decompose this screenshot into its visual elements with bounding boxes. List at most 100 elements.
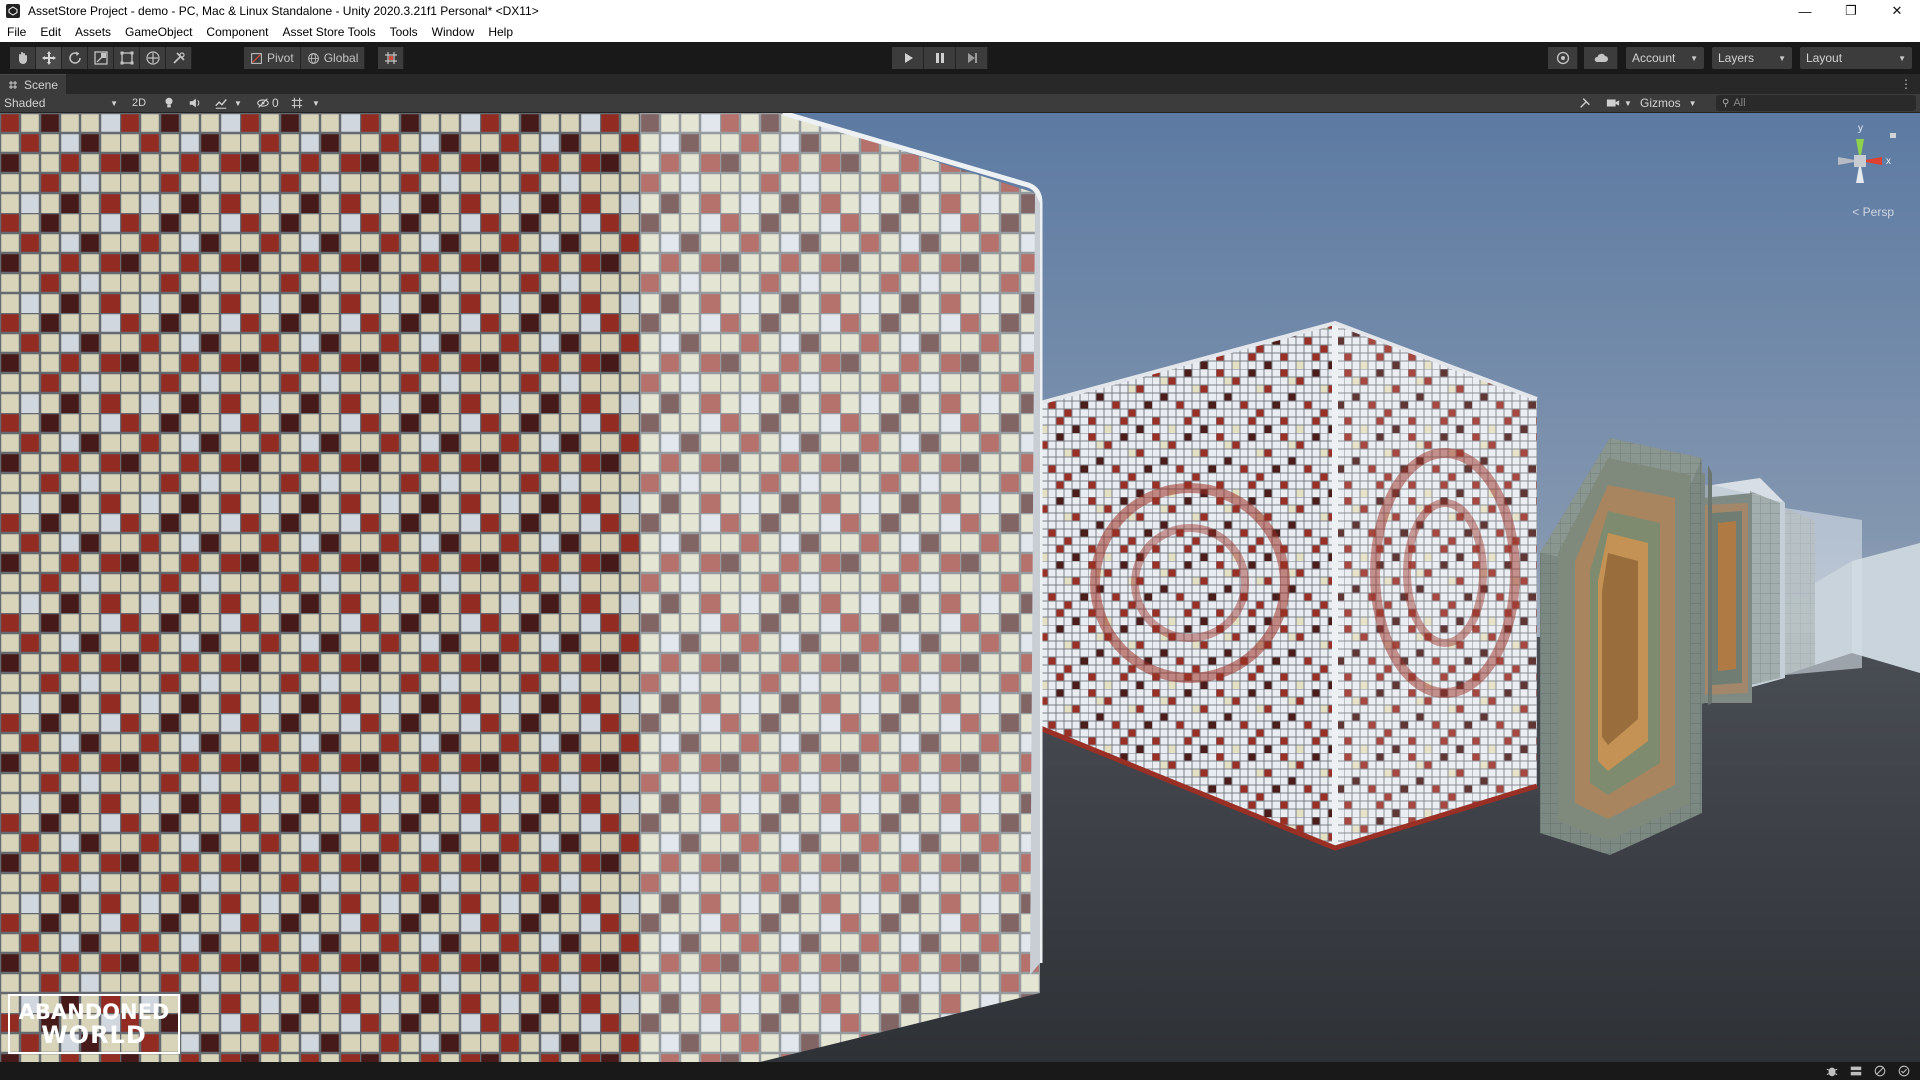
main-toolbar: Pivot Global Account ▼ Layers ▼ Layout ▼ (0, 42, 1920, 74)
chevron-down-icon: ▼ (1688, 98, 1697, 108)
pivot-toggle[interactable]: Pivot (244, 47, 301, 69)
menu-window[interactable]: Window (425, 25, 482, 39)
menu-assets[interactable]: Assets (68, 25, 118, 39)
hidden-objects-toggle[interactable]: 0 (256, 95, 279, 111)
transform-tools (10, 47, 192, 69)
chevron-down-icon: ▼ (1778, 53, 1786, 63)
hidden-count: 0 (272, 96, 279, 110)
foreground-tile-wall (0, 113, 1043, 1062)
search-placeholder: All (1733, 97, 1746, 109)
grid-dropdown[interactable]: ▼ (290, 95, 320, 111)
lighting-toggle[interactable] (162, 95, 176, 111)
bug-icon[interactable] (1824, 1063, 1840, 1079)
2d-label: 2D (131, 97, 147, 109)
speaker-icon (189, 98, 200, 108)
hand-icon (18, 52, 27, 64)
global-toggle[interactable]: Global (300, 47, 366, 69)
menu-tools[interactable]: Tools (383, 25, 425, 39)
effects-dropdown[interactable]: ▼ (214, 95, 242, 111)
menu-asset-store-tools[interactable]: Asset Store Tools (275, 25, 382, 39)
scale-tool-button[interactable] (88, 47, 114, 69)
pivot-icon (251, 52, 262, 64)
custom-tools-button[interactable] (166, 47, 192, 69)
scale-icon (93, 51, 108, 65)
rotate-tool-button[interactable] (62, 47, 88, 69)
transform-tool-button[interactable] (140, 47, 166, 69)
play-controls (892, 47, 988, 69)
close-button[interactable]: ✕ (1874, 0, 1920, 22)
snap-group (378, 47, 404, 69)
scene-tab-label: Scene (24, 77, 59, 92)
collab-button[interactable] (1548, 47, 1578, 69)
projection-toggle[interactable]: < Persp (1852, 205, 1894, 219)
grid-snap-button[interactable] (378, 47, 404, 69)
step-button[interactable] (956, 47, 988, 69)
rect-tool-icon (120, 51, 133, 65)
play-button[interactable] (892, 47, 924, 69)
scene-render (0, 113, 1920, 1062)
unity-logo-icon (6, 4, 20, 18)
scene-tools-toggle[interactable] (1578, 95, 1592, 111)
layers-dropdown[interactable]: Layers ▼ (1712, 47, 1792, 69)
global-label: Global (323, 51, 359, 65)
scene-toolbar: Shaded ▼ 2D ▼ 0 ▼ ▼ Gizmos ▼ ⚲ All (0, 94, 1920, 113)
x-axis-label: x (1886, 156, 1891, 167)
tab-bar: Scene ⋮ (0, 74, 1920, 94)
lock-icon[interactable] (1890, 133, 1896, 138)
account-label: Account (1632, 51, 1676, 65)
menu-file[interactable]: File (0, 25, 33, 39)
scene-search[interactable]: ⚲ All (1716, 95, 1916, 111)
tab-scene[interactable]: Scene (0, 74, 67, 94)
chevron-down-icon: ▼ (1898, 53, 1906, 63)
chevron-down-icon: ▼ (234, 98, 242, 108)
audio-toggle[interactable] (188, 95, 202, 111)
draw-mode-label: Shaded (4, 96, 46, 110)
menu-gameobject[interactable]: GameObject (118, 25, 199, 39)
cloud-group (1584, 47, 1618, 69)
grid-icon (291, 97, 303, 109)
rotate-icon (68, 51, 81, 64)
pause-button[interactable] (924, 47, 956, 69)
maximize-button[interactable]: ❐ (1828, 0, 1874, 22)
cache-server-icon[interactable] (1848, 1063, 1864, 1079)
grid-snap-icon (384, 52, 397, 64)
layout-dropdown[interactable]: Layout ▼ (1800, 47, 1912, 69)
gizmo-center[interactable] (1854, 155, 1866, 167)
orientation-gizmo[interactable]: y x (1820, 119, 1900, 239)
logo-line-1: ABANDONED (18, 999, 170, 1024)
tools-icon (172, 52, 185, 64)
auto-generate-lighting-icon[interactable] (1872, 1063, 1888, 1079)
transform-icon (145, 51, 160, 65)
move-tool-button[interactable] (36, 47, 62, 69)
scene-grid-icon (9, 80, 17, 89)
kebab-menu-icon[interactable]: ⋮ (1900, 77, 1912, 91)
logo-line-2: WORLD (41, 1020, 147, 1049)
gizmos-label: Gizmos (1640, 96, 1681, 110)
gizmos-dropdown[interactable]: Gizmos ▼ (1640, 95, 1697, 111)
effects-icon (215, 99, 227, 109)
menu-component[interactable]: Component (199, 25, 275, 39)
draw-mode-dropdown[interactable]: Shaded ▼ (4, 95, 118, 111)
scene-viewport[interactable]: y x < Persp ABANDONED WORLD (0, 113, 1920, 1062)
cloud-button[interactable] (1584, 47, 1618, 69)
account-dropdown[interactable]: Account ▼ (1626, 47, 1704, 69)
pause-icon (935, 53, 944, 63)
lightbulb-icon (165, 97, 173, 108)
chevron-down-icon: ▼ (1624, 98, 1632, 108)
2d-toggle[interactable]: 2D (128, 95, 150, 111)
rect-tool-button[interactable] (114, 47, 140, 69)
minimize-button[interactable]: — (1782, 0, 1828, 22)
menu-edit[interactable]: Edit (33, 25, 68, 39)
history-icon (1556, 51, 1569, 65)
hand-tool-button[interactable] (10, 47, 36, 69)
menu-help[interactable]: Help (481, 25, 520, 39)
progress-check-icon[interactable] (1896, 1063, 1912, 1079)
move-icon (41, 51, 56, 65)
globe-icon (307, 52, 319, 64)
camera-icon (1606, 99, 1620, 107)
layers-label: Layers (1718, 51, 1755, 65)
chevron-down-icon: ▼ (110, 98, 118, 108)
layout-label: Layout (1806, 51, 1843, 65)
camera-dropdown[interactable]: ▼ (1606, 95, 1632, 111)
cloud-icon (1594, 53, 1608, 62)
